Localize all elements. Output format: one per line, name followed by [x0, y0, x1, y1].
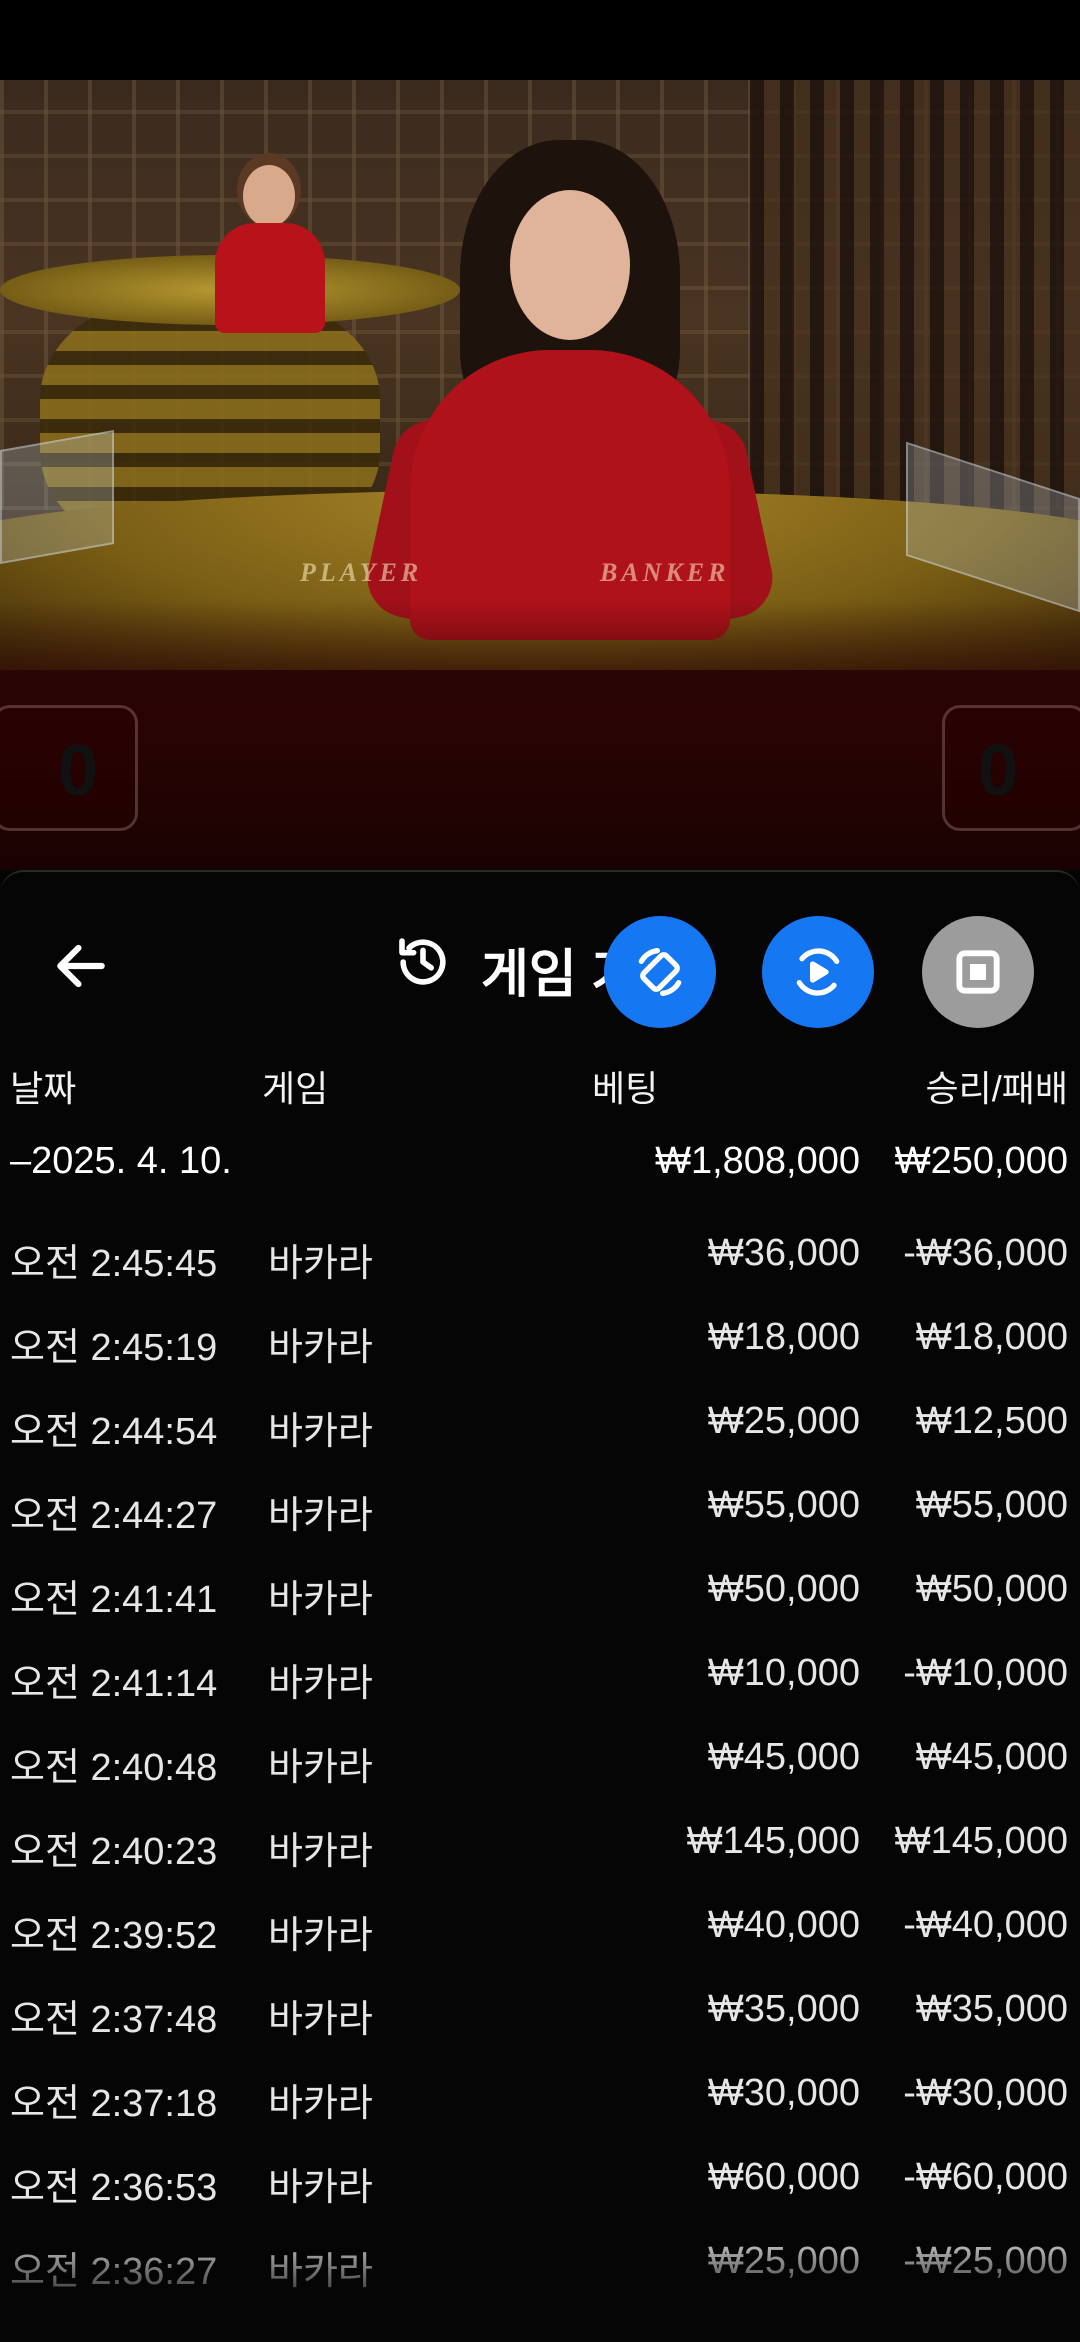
video-play-rotate-icon: [796, 948, 840, 996]
history-row[interactable]: 오전 2:40:23 바카라 ₩145,000 ₩145,000: [0, 1816, 1080, 1900]
column-header-win-loss: 승리/패배: [925, 1068, 1068, 1109]
player-score: 0: [58, 731, 99, 811]
stop-button[interactable]: [922, 916, 1034, 1028]
history-row[interactable]: 오전 2:44:27 바카라 ₩55,000 ₩55,000: [0, 1480, 1080, 1564]
history-row[interactable]: 오전 2:37:18 바카라 ₩30,000 -₩30,000: [0, 2068, 1080, 2152]
history-row[interactable]: 오전 2:40:48 바카라 ₩45,000 ₩45,000: [0, 1732, 1080, 1816]
card-discard-tray: [0, 429, 114, 565]
history-row[interactable]: 오전 2:41:41 바카라 ₩50,000 ₩50,000: [0, 1564, 1080, 1648]
history-icon: [399, 938, 446, 985]
summary-date[interactable]: –2025. 4. 10.: [10, 1140, 232, 1183]
column-header-game: 게임: [262, 1068, 329, 1109]
banker-score: 0: [978, 731, 1019, 811]
column-header-bet: 베팅: [592, 1068, 659, 1109]
history-row[interactable]: 오전 2:45:45 바카라 ₩36,000 -₩36,000: [0, 1228, 1080, 1312]
history-row[interactable]: 오전 2:39:52 바카라 ₩40,000 -₩40,000: [0, 1900, 1080, 1984]
summary-total-win: ₩250,000: [894, 1140, 1068, 1182]
rotate-screen-icon: [638, 948, 682, 996]
felt-player-label: PLAYER: [300, 558, 423, 587]
status-bar: [0, 0, 1080, 80]
back-button[interactable]: [50, 935, 112, 997]
rotate-screen-button[interactable]: [604, 916, 716, 1028]
back-arrow-icon: [57, 944, 105, 988]
stop-icon: [956, 950, 1000, 994]
column-header-date: 날짜: [10, 1068, 77, 1109]
history-row[interactable]: 오전 2:44:54 바카라 ₩25,000 ₩12,500: [0, 1396, 1080, 1480]
history-row[interactable]: 오전 2:41:14 바카라 ₩10,000 -₩10,000: [0, 1648, 1080, 1732]
history-row[interactable]: 오전 2:37:48 바카라 ₩35,000 ₩35,000: [0, 1984, 1080, 2068]
summary-total-bet: ₩1,808,000: [655, 1140, 860, 1182]
felt-banker-label: BANKER: [600, 558, 730, 587]
history-row[interactable]: 오전 2:36:53 바카라 ₩60,000 -₩60,000: [0, 2152, 1080, 2236]
background-dealer: [215, 165, 325, 335]
history-row[interactable]: 오전 2:45:19 바카라 ₩18,000 ₩18,000: [0, 1312, 1080, 1396]
replay-video-button[interactable]: [762, 916, 874, 1028]
table-shade: [0, 600, 1080, 870]
history-list[interactable]: 오전 2:45:45 바카라 ₩36,000 -₩36,000 오전 2:45:19 바…: [0, 1228, 1080, 2338]
panel-title: 게임 기록: [395, 928, 635, 998]
live-video-stream[interactable]: PLAYER BANKER: [0, 80, 1080, 870]
list-bottom-fade: [0, 2250, 1080, 2340]
